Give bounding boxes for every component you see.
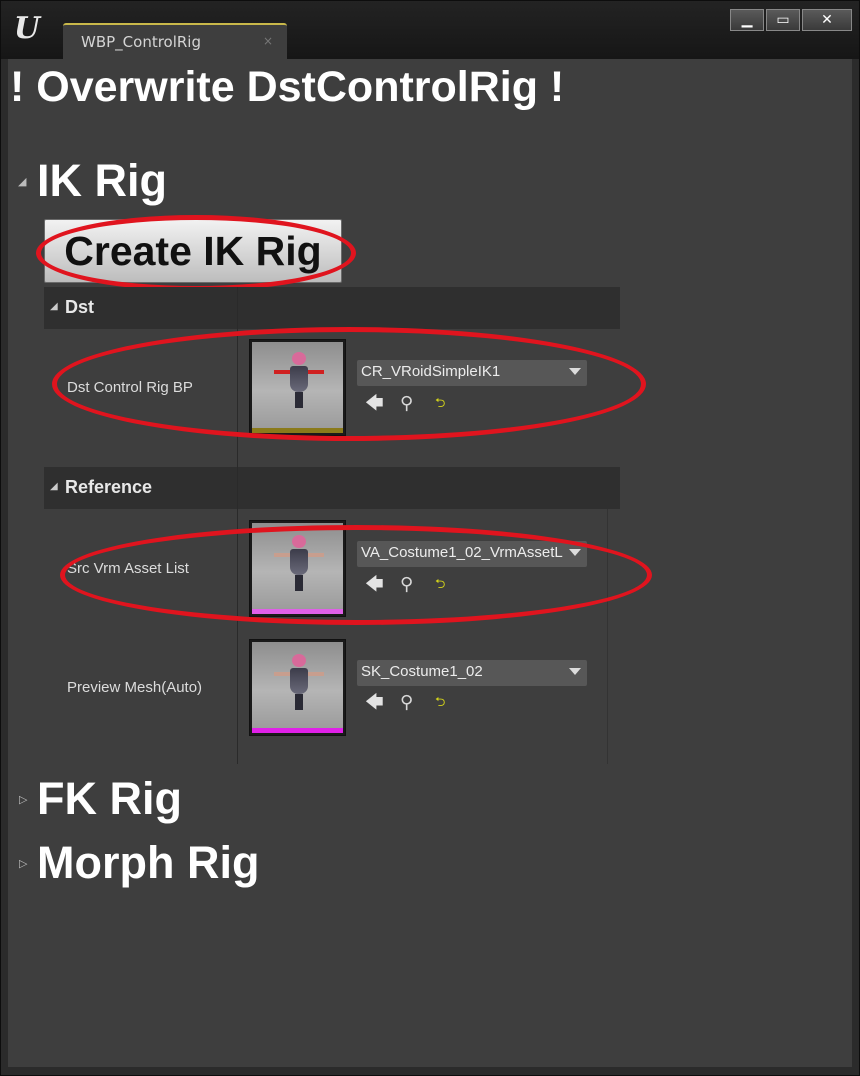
figure-body — [290, 668, 308, 694]
tab-wbp-controlrig[interactable]: WBP_ControlRig × — [63, 23, 287, 59]
minimize-button[interactable]: ▁ — [730, 9, 764, 31]
property-label: Preview Mesh(Auto) — [67, 679, 203, 696]
annotation-circle — [36, 215, 356, 291]
expand-arrow-icon: ◢ — [50, 481, 58, 492]
collapsed-arrow-icon[interactable]: ▷ — [19, 793, 27, 806]
section-title-morph-rig[interactable]: Morph Rig — [37, 837, 259, 889]
category-label: Reference — [65, 477, 153, 497]
unreal-logo-icon: U — [13, 11, 41, 46]
category-reference[interactable]: ◢ Reference — [44, 467, 620, 509]
thumbnail-image — [252, 642, 343, 731]
section-title-ik-rig[interactable]: IK Rig — [37, 155, 167, 207]
category-dst[interactable]: ◢ Dst — [44, 287, 620, 329]
asset-picker-preview-mesh[interactable]: SK_Costume1_02 — [357, 660, 587, 686]
widget-panel: ! Overwrite DstControlRig ! ◢ IK Rig Cre… — [8, 59, 852, 1067]
editor-window: U WBP_ControlRig × ▁ ▭ ✕ ! Overwrite Dst… — [0, 0, 860, 1076]
section-title-fk-rig[interactable]: FK Rig — [37, 773, 182, 825]
maximize-button[interactable]: ▭ — [766, 9, 800, 31]
collapsed-arrow-icon[interactable]: ▷ — [19, 857, 27, 870]
reset-to-default-icon[interactable]: ⮌ — [435, 692, 445, 714]
figure-head — [292, 654, 306, 667]
scrollbar-track[interactable] — [607, 509, 608, 764]
window-controls: ▁ ▭ ✕ — [730, 9, 852, 31]
warning-title: ! Overwrite DstControlRig ! — [10, 63, 565, 111]
asset-thumbnail[interactable] — [249, 639, 346, 736]
expand-arrow-icon[interactable]: ◢ — [18, 175, 26, 188]
chevron-down-icon — [569, 668, 581, 675]
asset-picker-value: SK_Costume1_02 — [361, 663, 483, 680]
figure-legs — [295, 694, 303, 710]
title-bar: U WBP_ControlRig × ▁ ▭ ✕ — [1, 1, 859, 59]
category-label: Dst — [65, 297, 95, 317]
asset-type-bar — [252, 728, 343, 733]
close-button[interactable]: ✕ — [802, 9, 852, 31]
expand-arrow-icon: ◢ — [50, 301, 58, 312]
browse-magnifier-icon[interactable]: ⚲ — [400, 692, 413, 714]
annotation-circle — [52, 327, 646, 441]
tab-label: WBP_ControlRig — [81, 33, 201, 51]
tab-close-icon[interactable]: × — [263, 34, 273, 48]
asset-actions: 🡄 ⚲ ⮌ — [365, 692, 465, 714]
annotation-circle — [60, 525, 652, 625]
use-selected-arrow-icon[interactable]: 🡄 — [365, 692, 384, 714]
